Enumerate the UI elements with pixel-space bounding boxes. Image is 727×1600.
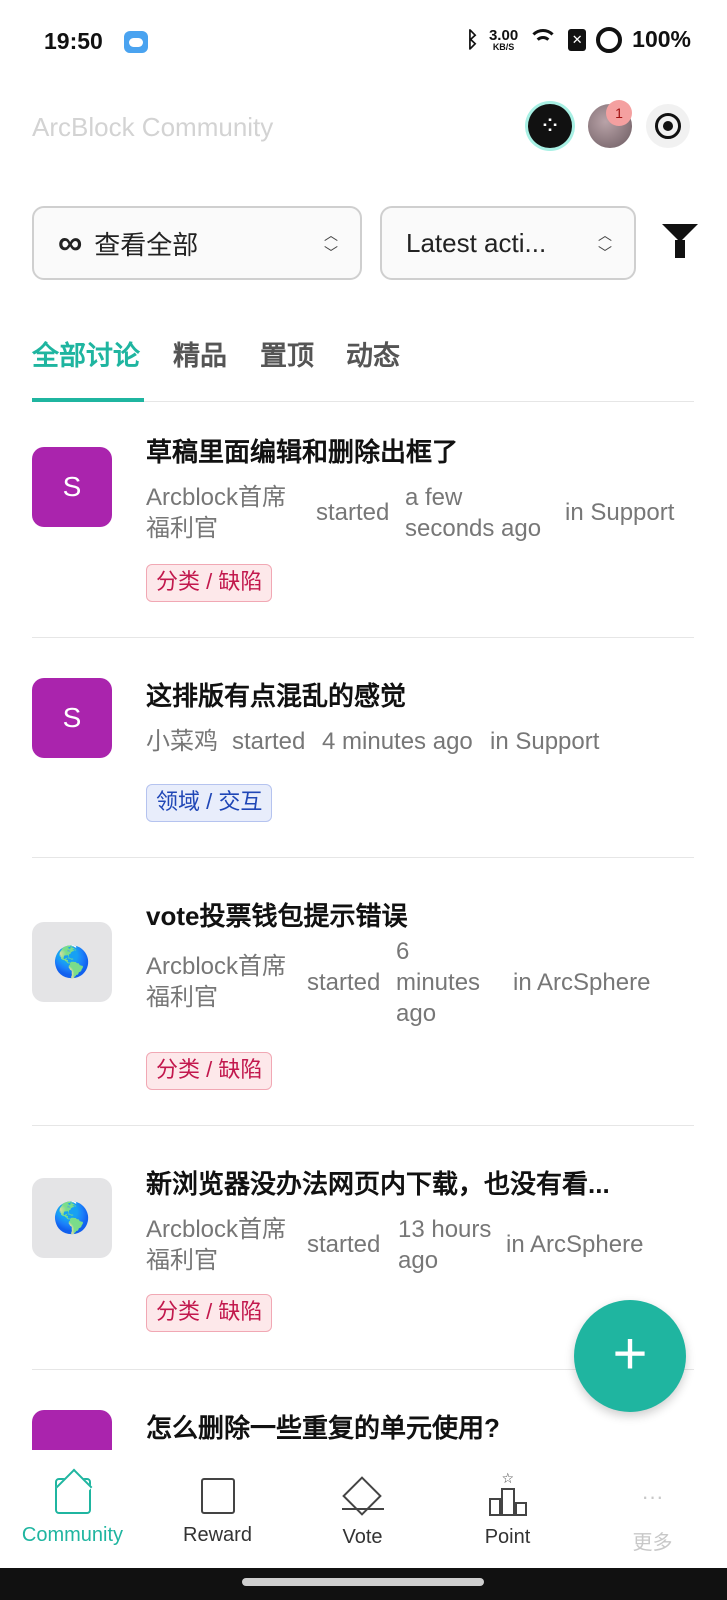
post-author[interactable]: Arcblock首席福利官 xyxy=(146,482,306,544)
list-item[interactable]: S 这排版有点混乱的感觉 小菜鸡 started 4 minutes ago i… xyxy=(32,638,694,858)
chevron-updown-icon: ︿ ﹀ xyxy=(324,227,338,261)
avatar: S xyxy=(32,678,112,758)
post-title[interactable]: 怎么删除一些重复的单元使用? xyxy=(146,1408,694,1445)
status-bar: 19:50 ᛒ 3.00 KB/S ✕ 100% xyxy=(0,0,727,88)
status-icons: ᛒ 3.00 KB/S ✕ 100% xyxy=(466,26,691,53)
record-icon[interactable] xyxy=(646,104,690,148)
post-action: started xyxy=(307,1231,381,1258)
notification-badge: 1 xyxy=(606,100,632,126)
wifi-icon xyxy=(528,28,559,51)
post-action: started xyxy=(307,969,381,996)
globe-icon: 🌎 xyxy=(32,1178,112,1258)
avatar xyxy=(32,1410,112,1450)
post-tag[interactable]: 分类 / 缺陷 xyxy=(146,1294,273,1332)
post-time: 6 minutes ago xyxy=(396,938,481,1027)
post-board[interactable]: in ArcSphere xyxy=(506,1229,643,1260)
post-author[interactable]: Arcblock首席福利官 xyxy=(146,1214,306,1276)
post-author[interactable]: 小菜鸡 xyxy=(146,726,218,757)
post-tag[interactable]: 分类 / 缺陷 xyxy=(146,564,273,602)
tab-indicator xyxy=(32,398,144,402)
weather-icon xyxy=(124,31,148,53)
post-time: 13 hours ago xyxy=(398,1216,492,1274)
globe-icon: 🌎 xyxy=(32,922,112,1002)
post-title[interactable]: 新浏览器没办法网页内下载，也没有看... xyxy=(146,1164,694,1201)
battery-level: 100% xyxy=(632,26,691,52)
list-item[interactable]: S 草稿里面编辑和删除出框了 Arcblock首席福利官 started a f… xyxy=(32,404,694,638)
blocklet-icon[interactable] xyxy=(528,104,572,148)
vote-icon xyxy=(341,1476,384,1516)
post-list: S 草稿里面编辑和删除出框了 Arcblock首席福利官 started a f… xyxy=(32,404,694,1450)
nav-vote[interactable]: Vote xyxy=(290,1452,435,1549)
infinity-icon: ∞ xyxy=(58,223,83,262)
post-title[interactable]: 草稿里面编辑和删除出框了 xyxy=(146,432,694,469)
scope-select[interactable]: ∞ 查看全部 ︿ ﹀ xyxy=(32,206,362,280)
post-author[interactable]: Arcblock首席福利官 xyxy=(146,951,306,1013)
list-item[interactable]: 🌎 vote投票钱包提示错误 Arcblock首席福利官 started 6 m… xyxy=(32,858,694,1126)
tab-activity[interactable]: 动态 xyxy=(346,334,400,373)
status-time: 19:50 xyxy=(44,28,103,54)
home-icon xyxy=(54,1478,91,1514)
post-action: started xyxy=(232,728,306,755)
post-board[interactable]: in Support xyxy=(565,497,674,528)
tab-featured[interactable]: 精品 xyxy=(173,334,227,373)
new-post-button[interactable]: + xyxy=(574,1300,686,1412)
nav-label: Vote xyxy=(342,1526,383,1548)
avatar: S xyxy=(32,447,112,527)
post-title[interactable]: 这排版有点混乱的感觉 xyxy=(146,676,694,713)
nav-label: 更多 xyxy=(632,1532,673,1554)
filter-bar: ∞ 查看全部 ︿ ﹀ Latest acti... ︿ ﹀ xyxy=(32,206,702,280)
post-time: 4 minutes ago xyxy=(322,728,473,755)
tab-all-discussions[interactable]: 全部讨论 xyxy=(32,334,140,373)
tab-bar: 全部讨论 精品 置顶 动态 xyxy=(32,330,694,402)
filter-icon[interactable] xyxy=(662,224,698,258)
nav-more[interactable]: ··· 更多 xyxy=(580,1452,725,1555)
nav-label: Community xyxy=(21,1524,124,1546)
scope-select-label: 查看全部 xyxy=(94,229,199,260)
home-gesture-handle[interactable] xyxy=(242,1578,484,1586)
post-board[interactable]: in Support xyxy=(490,726,599,757)
sort-select-label: Latest acti... xyxy=(406,227,547,258)
chevron-updown-icon: ︿ ﹀ xyxy=(598,227,612,261)
post-board[interactable]: in ArcSphere xyxy=(513,967,650,998)
nav-community[interactable]: Community xyxy=(0,1452,145,1547)
post-tag[interactable]: 分类 / 缺陷 xyxy=(146,1052,273,1090)
gift-icon xyxy=(200,1478,235,1514)
post-action: started xyxy=(316,499,390,526)
sim-icon: ✕ xyxy=(568,28,587,51)
podium-icon: ☆ xyxy=(488,1470,527,1516)
bluetooth-icon: ᛒ xyxy=(465,26,479,52)
post-time: a few seconds ago xyxy=(405,484,542,542)
nav-reward[interactable]: Reward xyxy=(145,1452,290,1547)
nav-label: Reward xyxy=(183,1524,252,1546)
system-gesture-bar xyxy=(0,1568,727,1600)
battery-icon xyxy=(596,26,623,53)
sort-select[interactable]: Latest acti... ︿ ﹀ xyxy=(380,206,636,280)
app-title[interactable]: ArcBlock Community xyxy=(32,112,273,143)
post-title[interactable]: vote投票钱包提示错误 xyxy=(146,896,694,933)
more-icon: ··· xyxy=(641,1484,664,1509)
network-speed: 3.00 KB/S xyxy=(488,26,519,52)
post-tag[interactable]: 领域 / 交互 xyxy=(146,784,273,822)
tab-pinned[interactable]: 置顶 xyxy=(260,334,314,373)
app-header: ArcBlock Community 1 xyxy=(0,100,727,156)
nav-point[interactable]: ☆ Point xyxy=(435,1452,580,1549)
bottom-nav: Community Reward Vote ☆ Point ··· 更多 xyxy=(0,1452,727,1568)
nav-label: Point xyxy=(484,1526,531,1548)
